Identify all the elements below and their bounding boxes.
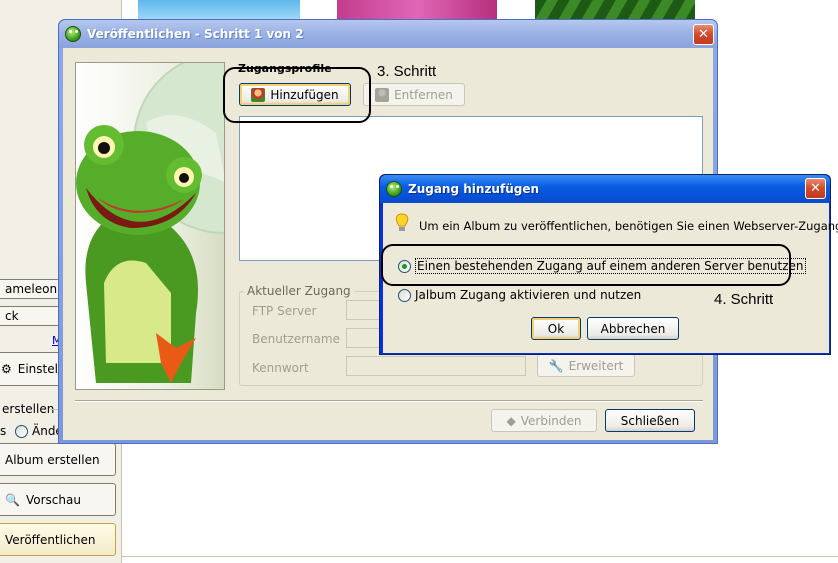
password-label: Kennwort bbox=[252, 361, 309, 375]
password-field[interactable] bbox=[346, 356, 526, 376]
step4-highlight-box bbox=[381, 244, 791, 286]
dialog-title: Zugang hinzufügen bbox=[408, 182, 540, 196]
preview-button[interactable]: 🔍 Vorschau bbox=[0, 483, 116, 516]
step3-annotation: 3. Schritt bbox=[377, 63, 437, 80]
close-button[interactable]: Schließen bbox=[605, 409, 695, 432]
change-radio[interactable]: Ände bbox=[15, 424, 63, 438]
step3-highlight-box bbox=[223, 67, 371, 123]
button-label: Album erstellen bbox=[5, 452, 100, 467]
button-label: Vorschau bbox=[25, 492, 81, 507]
lightbulb-icon bbox=[395, 213, 409, 233]
sidebar-item-label: ck bbox=[5, 309, 19, 323]
username-label: Benutzername bbox=[252, 332, 340, 346]
cancel-button[interactable]: Abbrechen bbox=[587, 317, 679, 340]
publish-button[interactable]: Veröffentlichen bbox=[0, 523, 116, 556]
advanced-button[interactable]: 🔧 Erweitert bbox=[537, 354, 635, 377]
connect-button[interactable]: ◆ Verbinden bbox=[491, 409, 597, 432]
close-icon[interactable]: ✕ bbox=[693, 24, 714, 45]
ok-button[interactable]: Ok bbox=[531, 317, 581, 340]
option-jalbum-label: Jalbum Zugang aktivieren und nutzen bbox=[415, 288, 642, 302]
remove-user-icon bbox=[375, 87, 390, 102]
cancel-button-label: Abbrechen bbox=[600, 321, 666, 336]
wrench-icon: 🔧 bbox=[548, 358, 564, 373]
window-titlebar: Veröffentlichen - Schritt 1 von 2 bbox=[59, 20, 717, 48]
radio-unchecked-icon bbox=[398, 288, 411, 302]
jalbum-frog-icon bbox=[386, 181, 402, 197]
close-button-label: Schließen bbox=[620, 413, 680, 428]
remove-profile-button[interactable]: Entfernen bbox=[363, 83, 465, 106]
connect-button-label: Verbinden bbox=[520, 413, 582, 428]
advanced-button-label: Erweitert bbox=[568, 358, 624, 373]
frog-mascot-icon bbox=[76, 63, 224, 383]
radio-icon bbox=[15, 424, 28, 438]
create-section-label: erstellen bbox=[2, 402, 55, 416]
current-access-label: Aktueller Zugang bbox=[247, 284, 351, 298]
sidebar-item-label: ameleon bbox=[5, 282, 58, 296]
thumbnail-flower[interactable] bbox=[337, 0, 497, 20]
thumbnail-sky[interactable] bbox=[138, 0, 300, 20]
connect-icon: ◆ bbox=[506, 413, 516, 428]
ok-button-label: Ok bbox=[547, 321, 565, 336]
jalbum-frog-icon bbox=[65, 26, 81, 42]
option-label-s: s bbox=[0, 424, 7, 438]
jalbum-frog-banner bbox=[75, 62, 225, 390]
gear-icon: ⚙ bbox=[1, 362, 12, 376]
ftp-server-label: FTP Server bbox=[252, 304, 317, 318]
button-label: Veröffentlichen bbox=[5, 532, 96, 547]
thumbnail-clover[interactable] bbox=[535, 0, 695, 20]
bottom-divider bbox=[122, 556, 838, 557]
dialog-titlebar: Zugang hinzufügen bbox=[380, 175, 830, 203]
window-title: Veröffentlichen - Schritt 1 von 2 bbox=[87, 27, 304, 41]
dialog-info-text: Um ein Album zu veröffentlichen, benötig… bbox=[419, 219, 838, 233]
remove-button-label: Entfernen bbox=[394, 87, 453, 102]
option-jalbum-radio[interactable]: Jalbum Zugang aktivieren und nutzen bbox=[398, 288, 641, 302]
create-album-button[interactable]: Album erstellen bbox=[0, 443, 116, 476]
dialog-close-icon[interactable]: ✕ bbox=[805, 178, 826, 199]
step4-annotation: 4. Schritt bbox=[714, 291, 774, 308]
magnifier-icon: 🔍 bbox=[5, 492, 20, 507]
footer-divider bbox=[75, 400, 703, 401]
